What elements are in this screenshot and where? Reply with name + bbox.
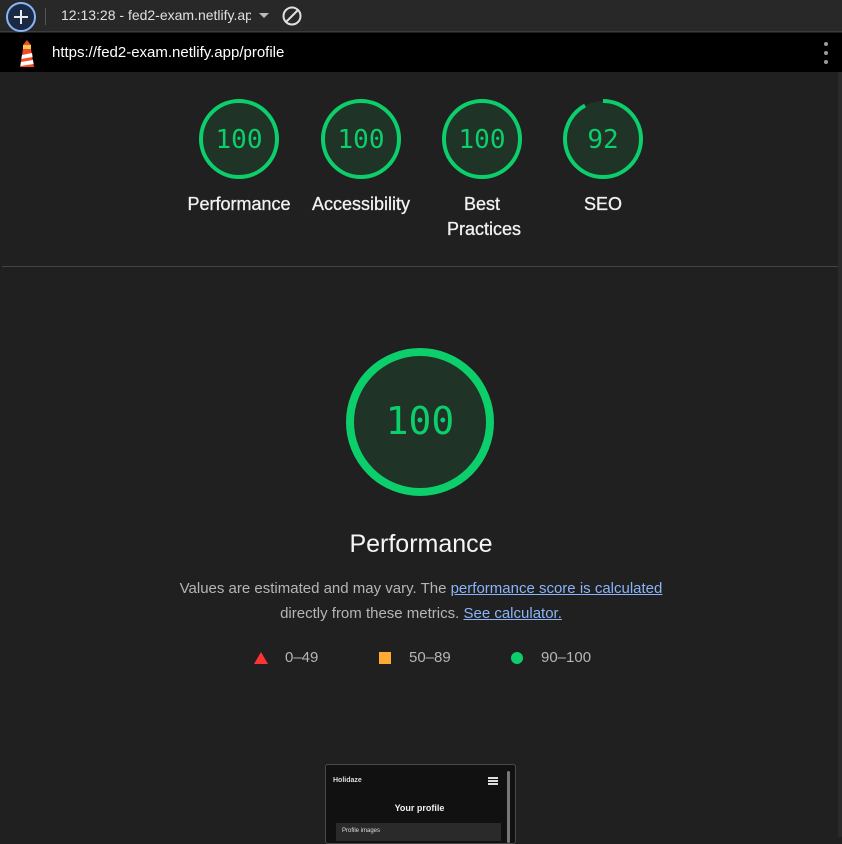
report-selector[interactable]: 12:13:28 - fed2-exam.netlify.app xyxy=(61,7,269,23)
gauge-accessibility[interactable]: 100 xyxy=(319,97,403,181)
triangle-icon xyxy=(254,651,268,664)
thumbnail-title: Your profile xyxy=(394,803,445,813)
scrollbar-track[interactable] xyxy=(838,72,842,837)
legend-average-label: 50–89 xyxy=(409,649,451,666)
hamburger-icon xyxy=(488,777,498,785)
score-seo: 92 xyxy=(587,125,618,155)
label-accessibility: Accessibility xyxy=(311,194,411,214)
description-text: Values are estimated and may vary. The xyxy=(179,580,451,597)
see-calculator-link[interactable]: See calculator. xyxy=(463,605,561,622)
gauge-performance[interactable]: 100 xyxy=(197,97,281,181)
toolbar-divider xyxy=(45,8,46,25)
score-performance: 100 xyxy=(216,125,263,155)
description-text-2: directly from these metrics. xyxy=(280,605,460,622)
final-screenshot-thumbnail[interactable]: Holidaze Your profile Profile images xyxy=(325,764,516,844)
lighthouse-toolbar: 12:13:28 - fed2-exam.netlify.app xyxy=(0,0,842,32)
score-accessibility: 100 xyxy=(338,125,385,155)
legend-pass-label: 90–100 xyxy=(541,649,592,666)
square-icon xyxy=(379,651,391,664)
kebab-menu-icon[interactable] xyxy=(822,42,830,64)
thumbnail-card: Profile images xyxy=(336,823,501,841)
section-divider xyxy=(2,266,838,267)
score-calculated-link[interactable]: performance score is calculated xyxy=(451,580,663,597)
label-seo: SEO xyxy=(583,194,622,214)
thumbnail-brand: Holidaze xyxy=(333,777,362,784)
perf-description-line-1: Values are estimated and may vary. The p… xyxy=(0,576,842,601)
gauge-best-practices[interactable]: 100 xyxy=(440,97,524,181)
perf-description-line-2: directly from these metrics. See calcula… xyxy=(0,601,842,626)
label-performance: Performance xyxy=(187,194,291,214)
report-url[interactable]: https://fed2-exam.netlify.app/profile xyxy=(52,44,284,61)
legend-average: 50–89 xyxy=(379,649,451,666)
label-best-practices: Best Practices xyxy=(447,194,522,239)
thumbnail-card-label: Profile images xyxy=(342,828,381,834)
report-selector-label: 12:13:28 - fed2-exam.netlify.app xyxy=(61,7,251,23)
thumbnail-scrollbar xyxy=(507,771,510,843)
circle-icon xyxy=(511,651,523,664)
plus-icon xyxy=(14,10,28,24)
legend-pass: 90–100 xyxy=(511,649,591,666)
chevron-down-icon xyxy=(259,12,269,18)
legend-fail-label: 0–49 xyxy=(285,649,319,666)
new-report-button[interactable] xyxy=(6,2,36,32)
score-best-practices: 100 xyxy=(459,125,506,155)
gauge-performance-large: 100 xyxy=(346,348,494,496)
block-icon[interactable] xyxy=(281,5,303,27)
gauge-seo[interactable]: 92 xyxy=(561,97,645,181)
score-performance-large: 100 xyxy=(386,399,455,443)
legend-fail: 0–49 xyxy=(254,649,318,666)
section-title: Performance xyxy=(349,530,493,558)
lighthouse-icon xyxy=(20,40,34,67)
